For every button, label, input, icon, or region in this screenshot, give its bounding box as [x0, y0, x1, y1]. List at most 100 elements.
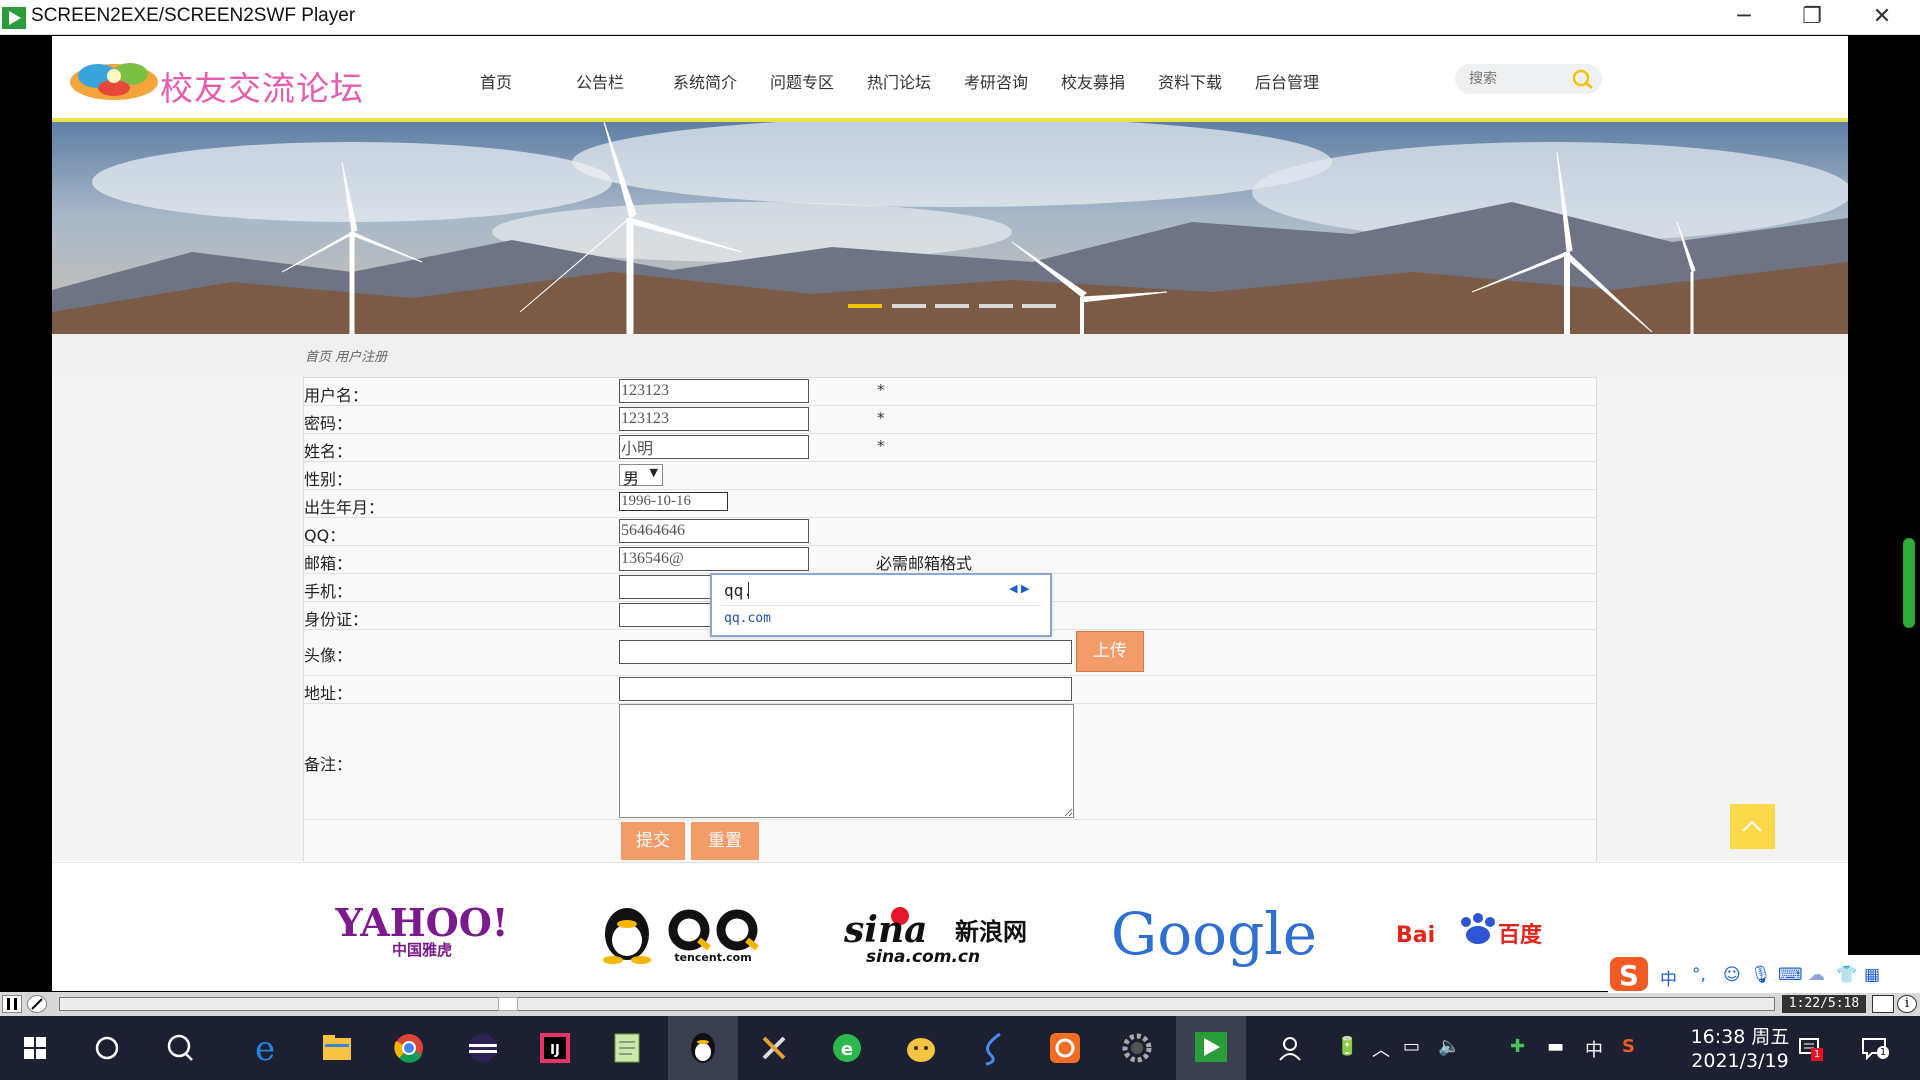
qq-taskbar-button[interactable]: [668, 1016, 738, 1080]
action-center-icon[interactable]: 1: [1860, 1036, 1890, 1061]
carousel-dot-2[interactable]: [892, 304, 926, 308]
intellij-icon[interactable]: IJ: [530, 1024, 580, 1072]
nav-questions[interactable]: 问题专区: [770, 69, 834, 93]
username-field[interactable]: [619, 379, 809, 403]
nav-hot-forum[interactable]: 热门论坛: [867, 69, 931, 93]
emoji-icon[interactable]: ☺: [1723, 965, 1741, 985]
baidu-logo-cn: 百度: [1498, 922, 1543, 948]
file-explorer-icon[interactable]: [312, 1024, 362, 1072]
web-page: 校友交流论坛 首页 公告栏 系统简介 问题专区 热门论坛 考研咨询 校友募捐 资…: [52, 36, 1848, 991]
app-icon: [2, 7, 26, 29]
nav-exam-consult[interactable]: 考研咨询: [964, 69, 1028, 93]
minimize-button[interactable]: ─: [1714, 2, 1774, 32]
sogou-ime-icon[interactable]: S: [1608, 955, 1652, 993]
carousel-dot-3[interactable]: [935, 304, 969, 308]
breadcrumb-bar: 首页 用户注册: [52, 334, 1848, 376]
battery-app-icon[interactable]: 🔋: [1336, 1036, 1358, 1057]
qq-field[interactable]: [619, 519, 809, 543]
nav-admin[interactable]: 后台管理: [1255, 69, 1319, 93]
breadcrumb[interactable]: 首页 用户注册: [305, 346, 387, 365]
clock-date[interactable]: 2021/3/19: [1680, 1050, 1800, 1072]
nav-system-intro[interactable]: 系统简介: [673, 69, 737, 93]
skin-icon[interactable]: ☁: [1808, 965, 1825, 985]
power-icon[interactable]: ▬: [1547, 1036, 1564, 1057]
media-app-icon[interactable]: [1040, 1024, 1090, 1072]
carousel-dot-5[interactable]: [1022, 304, 1056, 308]
settings-gear-icon[interactable]: [1112, 1024, 1162, 1072]
row-qq: QQ：: [304, 518, 1596, 546]
notepad-icon[interactable]: [602, 1024, 652, 1072]
name-field[interactable]: [619, 435, 809, 459]
close-button[interactable]: ✕: [1852, 2, 1912, 32]
microphone-icon[interactable]: 🎙: [1750, 965, 1772, 985]
email-field[interactable]: [619, 547, 809, 571]
ime-punct-toggle[interactable]: °,: [1692, 965, 1706, 985]
password-field[interactable]: [619, 407, 809, 431]
logo-icon: [70, 63, 158, 100]
fit-screen-icon[interactable]: [1872, 995, 1894, 1013]
gender-select[interactable]: 男 ▼: [619, 464, 663, 488]
spring-tool-icon[interactable]: [968, 1024, 1018, 1072]
clock-time[interactable]: 16:38 周五: [1680, 1022, 1800, 1049]
remarks-textarea[interactable]: [619, 704, 1074, 818]
address-field[interactable]: [619, 677, 1072, 701]
notification-badge: 1: [1811, 1048, 1823, 1061]
chrome-icon[interactable]: [384, 1024, 434, 1072]
carousel-dot-1[interactable]: [848, 304, 882, 308]
screen2exe-taskbar-button[interactable]: [1176, 1016, 1246, 1080]
security-app-icon[interactable]: ✚: [1510, 1036, 1525, 1057]
ime-lang-toggle[interactable]: 中: [1660, 965, 1677, 990]
volume-icon[interactable]: 🔈: [1438, 1036, 1460, 1057]
network-icon[interactable]: ▭: [1403, 1036, 1420, 1057]
submit-button[interactable]: 提交: [621, 822, 685, 860]
password-label: 密码：: [304, 414, 353, 433]
edge-icon[interactable]: e: [240, 1024, 290, 1072]
back-to-top-button[interactable]: [1730, 804, 1775, 849]
seek-thumb[interactable]: [498, 997, 518, 1011]
nav-downloads[interactable]: 资料下载: [1158, 69, 1222, 93]
username-label: 用户名：: [304, 386, 369, 405]
nav-bulletin[interactable]: 公告栏: [576, 69, 624, 93]
cat-app-icon[interactable]: [896, 1024, 946, 1072]
qq-logo[interactable]: tencent.com: [593, 902, 783, 964]
chevron-up-icon[interactable]: ︿: [1372, 1036, 1390, 1062]
info-button[interactable]: i: [1897, 995, 1917, 1013]
cortana-icon[interactable]: [82, 1024, 132, 1072]
site-header: 校友交流论坛 首页 公告栏 系统简介 问题专区 热门论坛 考研咨询 校友募捐 资…: [52, 36, 1848, 120]
windows-start-icon[interactable]: [10, 1024, 60, 1072]
google-logo[interactable]: Google: [1099, 902, 1329, 968]
birth-date-field[interactable]: 1996-10-16: [619, 492, 728, 511]
keyboard-icon[interactable]: ⌨: [1778, 965, 1803, 985]
search-icon[interactable]: [1571, 68, 1595, 90]
sogou-tray-icon[interactable]: S: [1622, 1036, 1635, 1057]
avatar-path-field[interactable]: [619, 640, 1072, 664]
site-logo-text[interactable]: 校友交流论坛: [160, 62, 364, 110]
shirt-icon[interactable]: 👕: [1836, 965, 1857, 985]
avatar-label: 头像：: [304, 646, 353, 665]
notification-icon[interactable]: 1: [1798, 1036, 1824, 1061]
scroll-indicator[interactable]: [1903, 538, 1915, 628]
people-icon[interactable]: [1268, 1024, 1318, 1072]
seek-bar[interactable]: [59, 997, 1775, 1011]
toolbox-icon[interactable]: ▦: [1864, 965, 1880, 985]
browser-360-icon[interactable]: e: [822, 1024, 872, 1072]
yahoo-logo[interactable]: YAHOO! 中国雅虎: [322, 902, 522, 958]
stop-button[interactable]: [27, 995, 47, 1013]
time-display: 1:22/5:18: [1782, 995, 1866, 1013]
sina-logo[interactable]: sina 新浪网 sina.com.cn: [840, 902, 1070, 964]
baidu-logo[interactable]: Bai 百度: [1394, 902, 1554, 958]
ime-candidate[interactable]: qq.com: [724, 611, 771, 626]
eclipse-icon[interactable]: [458, 1024, 508, 1072]
tools-icon[interactable]: [750, 1024, 800, 1072]
search-magnifier-icon[interactable]: [156, 1024, 206, 1072]
pause-button[interactable]: [2, 995, 22, 1013]
carousel-dot-4[interactable]: [979, 304, 1013, 308]
restore-button[interactable]: ❐: [1782, 2, 1842, 32]
upload-button[interactable]: 上传: [1076, 631, 1144, 672]
ime-page-arrows-icon[interactable]: ◀ ▶: [1009, 582, 1029, 595]
reset-button[interactable]: 重置: [691, 822, 759, 860]
search-input[interactable]: [1469, 68, 1569, 90]
nav-home[interactable]: 首页: [480, 69, 512, 93]
nav-donation[interactable]: 校友募捐: [1061, 69, 1125, 93]
input-lang-indicator[interactable]: 中: [1585, 1036, 1603, 1062]
